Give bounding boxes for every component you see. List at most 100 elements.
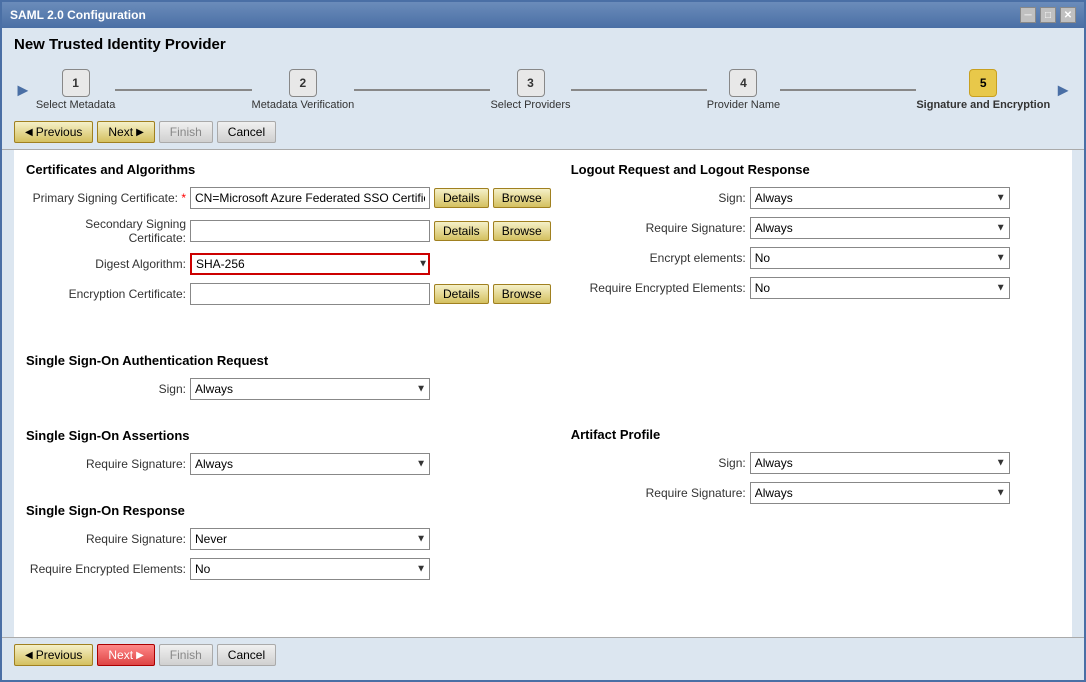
- sso-response-sig-select[interactable]: Always Never Optional: [190, 528, 430, 550]
- sso-assertions-sig-row: Require Signature: Always Never Optional…: [26, 453, 551, 475]
- artifact-sign-row: Sign: Always Never ▼: [571, 452, 1060, 474]
- logout-req-sig-wrapper: Always Never ▼: [750, 217, 1010, 239]
- sso-response-section-title: Single Sign-On Response: [26, 503, 551, 518]
- artifact-req-sig-row: Require Signature: Always Never ▼: [571, 482, 1060, 504]
- secondary-cert-details-button[interactable]: Details: [434, 221, 489, 241]
- step-3-circle: 3: [517, 69, 545, 97]
- primary-cert-input[interactable]: [190, 187, 430, 209]
- sso-assertions-section-title: Single Sign-On Assertions: [26, 428, 551, 443]
- window-title: SAML 2.0 Configuration: [10, 8, 146, 22]
- step-5-circle: 5: [969, 69, 997, 97]
- encryption-cert-details-button[interactable]: Details: [434, 284, 489, 304]
- primary-cert-details-button[interactable]: Details: [434, 188, 489, 208]
- step-2-label: Metadata Verification: [252, 99, 355, 111]
- logout-req-sig-select[interactable]: Always Never: [750, 217, 1010, 239]
- step-1-circle: 1: [62, 69, 90, 97]
- sso-auth-sign-wrapper: Always Never As Needed ▼: [190, 378, 430, 400]
- logout-sign-row: Sign: Always Never ▼: [571, 187, 1060, 209]
- encryption-cert-row: Encryption Certificate: Details Browse: [26, 283, 551, 305]
- sso-response-enc-wrapper: No Yes ▼: [190, 558, 430, 580]
- step-4: 4 Provider Name: [707, 69, 780, 111]
- sso-response-enc-select[interactable]: No Yes: [190, 558, 430, 580]
- step-5-label: Signature and Encryption: [916, 99, 1050, 111]
- sso-auth-section-title: Single Sign-On Authentication Request: [26, 353, 551, 368]
- step-line-4: [780, 89, 916, 91]
- minimize-button[interactable]: ─: [1020, 7, 1036, 23]
- left-panel: Certificates and Algorithms Primary Sign…: [26, 162, 551, 625]
- logout-req-enc-row: Require Encrypted Elements: No Yes ▼: [571, 277, 1060, 299]
- nav-buttons-bottom: ◀ Previous Next ▶ Finish Cancel: [2, 637, 1084, 672]
- artifact-req-sig-wrapper: Always Never ▼: [750, 482, 1010, 504]
- step-1: 1 Select Metadata: [36, 69, 116, 111]
- logout-req-enc-wrapper: No Yes ▼: [750, 277, 1010, 299]
- secondary-cert-browse-button[interactable]: Browse: [493, 221, 551, 241]
- cancel-button-bottom[interactable]: Cancel: [217, 644, 276, 666]
- secondary-cert-row: Secondary Signing Certificate: Details B…: [26, 217, 551, 245]
- artifact-sign-wrapper: Always Never ▼: [750, 452, 1010, 474]
- next-button-top[interactable]: Next ▶: [97, 121, 154, 143]
- main-content: Certificates and Algorithms Primary Sign…: [14, 150, 1072, 637]
- primary-cert-label: Primary Signing Certificate: *: [26, 191, 186, 205]
- sso-assertions-sig-wrapper: Always Never Optional ▼: [190, 453, 430, 475]
- step-4-circle: 4: [729, 69, 757, 97]
- logout-sign-wrapper: Always Never ▼: [750, 187, 1010, 209]
- next-arrow-icon: ▶: [136, 127, 144, 138]
- saml-config-window: SAML 2.0 Configuration ─ □ ✕ New Trusted…: [0, 0, 1086, 682]
- next-bottom-arrow-icon: ▶: [136, 650, 144, 661]
- encryption-cert-input[interactable]: [190, 283, 430, 305]
- previous-bottom-arrow-icon: ◀: [25, 650, 33, 661]
- logout-sign-select[interactable]: Always Never: [750, 187, 1010, 209]
- logout-encrypt-row: Encrypt elements: No Yes ▼: [571, 247, 1060, 269]
- wizard-steps: ► 1 Select Metadata 2 Metadata Verificat…: [2, 61, 1084, 115]
- page-title: New Trusted Identity Provider: [2, 28, 1084, 61]
- logout-encrypt-label: Encrypt elements:: [571, 251, 746, 265]
- artifact-sign-label: Sign:: [571, 456, 746, 470]
- next-button-bottom[interactable]: Next ▶: [97, 644, 154, 666]
- sso-response-sig-label: Require Signature:: [26, 532, 186, 546]
- logout-encrypt-select[interactable]: No Yes: [750, 247, 1010, 269]
- previous-button-bottom[interactable]: ◀ Previous: [14, 644, 93, 666]
- digest-algo-select[interactable]: SHA-256 SHA-1 SHA-384 SHA-512: [190, 253, 430, 275]
- step-line-1: [115, 89, 251, 91]
- logout-req-sig-row: Require Signature: Always Never ▼: [571, 217, 1060, 239]
- step-1-label: Select Metadata: [36, 99, 116, 111]
- nav-buttons-top: ◀ Previous Next ▶ Finish Cancel: [2, 115, 1084, 150]
- maximize-button[interactable]: □: [1040, 7, 1056, 23]
- step-2-circle: 2: [289, 69, 317, 97]
- sso-auth-sign-select[interactable]: Always Never As Needed: [190, 378, 430, 400]
- sso-assertions-sig-select[interactable]: Always Never Optional: [190, 453, 430, 475]
- encryption-cert-browse-button[interactable]: Browse: [493, 284, 551, 304]
- sso-response-enc-label: Require Encrypted Elements:: [26, 562, 186, 576]
- step-3-label: Select Providers: [490, 99, 570, 111]
- finish-button-bottom[interactable]: Finish: [159, 644, 213, 666]
- required-marker: *: [181, 191, 186, 205]
- step-3: 3 Select Providers: [490, 69, 570, 111]
- step-line-3: [571, 89, 707, 91]
- primary-cert-browse-button[interactable]: Browse: [493, 188, 551, 208]
- logout-req-enc-label: Require Encrypted Elements:: [571, 281, 746, 295]
- artifact-section-title: Artifact Profile: [571, 427, 1060, 442]
- logout-sign-label: Sign:: [571, 191, 746, 205]
- certs-section-title: Certificates and Algorithms: [26, 162, 551, 177]
- finish-button-top[interactable]: Finish: [159, 121, 213, 143]
- encryption-cert-label: Encryption Certificate:: [26, 287, 186, 301]
- close-button[interactable]: ✕: [1060, 7, 1076, 23]
- secondary-cert-input[interactable]: [190, 220, 430, 242]
- step-4-label: Provider Name: [707, 99, 780, 111]
- step-line-2: [354, 89, 490, 91]
- digest-algo-select-wrapper: SHA-256 SHA-1 SHA-384 SHA-512 ▼: [190, 253, 430, 275]
- sso-response-enc-row: Require Encrypted Elements: No Yes ▼: [26, 558, 551, 580]
- logout-req-sig-label: Require Signature:: [571, 221, 746, 235]
- logout-req-enc-select[interactable]: No Yes: [750, 277, 1010, 299]
- sso-response-sig-wrapper: Always Never Optional ▼: [190, 528, 430, 550]
- sso-response-sig-row: Require Signature: Always Never Optional…: [26, 528, 551, 550]
- window-controls: ─ □ ✕: [1020, 7, 1076, 23]
- logout-encrypt-wrapper: No Yes ▼: [750, 247, 1010, 269]
- artifact-sign-select[interactable]: Always Never: [750, 452, 1010, 474]
- artifact-req-sig-select[interactable]: Always Never: [750, 482, 1010, 504]
- title-bar: SAML 2.0 Configuration ─ □ ✕: [2, 2, 1084, 28]
- previous-button-top[interactable]: ◀ Previous: [14, 121, 93, 143]
- step-start-arrow: ►: [14, 80, 32, 101]
- digest-algo-label: Digest Algorithm:: [26, 257, 186, 271]
- cancel-button-top[interactable]: Cancel: [217, 121, 276, 143]
